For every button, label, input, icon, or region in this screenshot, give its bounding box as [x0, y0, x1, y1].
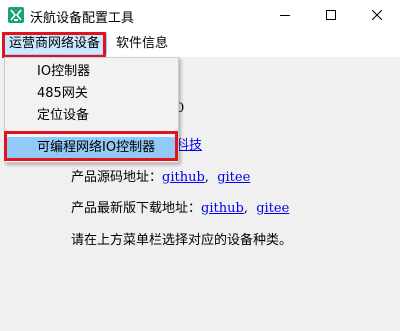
menu-item-io-controller[interactable]: IO控制器 — [7, 61, 176, 83]
menu-bar: 运营商网络设备 软件信息 — [0, 31, 400, 58]
maximize-button[interactable] — [308, 0, 354, 31]
source-github-link[interactable]: github — [162, 170, 205, 185]
close-button[interactable] — [354, 0, 400, 31]
download-row: 产品最新版下载地址：github, gitee — [71, 197, 289, 216]
menu-carrier-network-devices[interactable]: 运营商网络设备 — [2, 33, 108, 55]
window-title: 沃航设备配置工具 — [30, 11, 135, 26]
maximize-icon — [326, 10, 336, 20]
title-bar: 沃航设备配置工具 — [0, 0, 400, 31]
menu-software-info[interactable]: 软件信息 — [110, 33, 174, 55]
source-separator: , — [204, 170, 209, 185]
source-row: 产品源码地址：github, gitee — [71, 166, 250, 185]
source-gitee-link[interactable]: gitee — [217, 170, 250, 185]
carrier-device-dropdown: IO控制器 485网关 定位设备 可编程网络IO控制器 — [4, 57, 179, 163]
minimize-icon — [280, 15, 290, 16]
company-link[interactable]: 科技 — [176, 138, 202, 153]
app-window: 沃航设备配置工具 运营商网络设备 软件信息 0 科技 产品源码地址：github… — [0, 0, 400, 331]
menu-separator — [35, 131, 174, 132]
company-link-partial[interactable]: 科技 — [176, 134, 202, 153]
minimize-button[interactable] — [262, 0, 308, 31]
instruction-text: 请在上方菜单栏选择对应的设备种类。 — [71, 233, 293, 248]
menu-item-programmable-network-io-controller[interactable]: 可编程网络IO控制器 — [7, 137, 176, 159]
menu-item-485-gateway[interactable]: 485网关 — [7, 83, 176, 105]
app-logo-icon — [8, 7, 24, 23]
download-label: 产品最新版下载地址： — [71, 201, 202, 216]
download-separator: , — [243, 201, 248, 216]
close-icon — [372, 10, 382, 20]
download-github-link[interactable]: github — [201, 201, 244, 216]
source-label: 产品源码地址： — [71, 170, 163, 185]
download-gitee-link[interactable]: gitee — [256, 201, 289, 216]
menu-item-positioning-device[interactable]: 定位设备 — [7, 105, 176, 127]
